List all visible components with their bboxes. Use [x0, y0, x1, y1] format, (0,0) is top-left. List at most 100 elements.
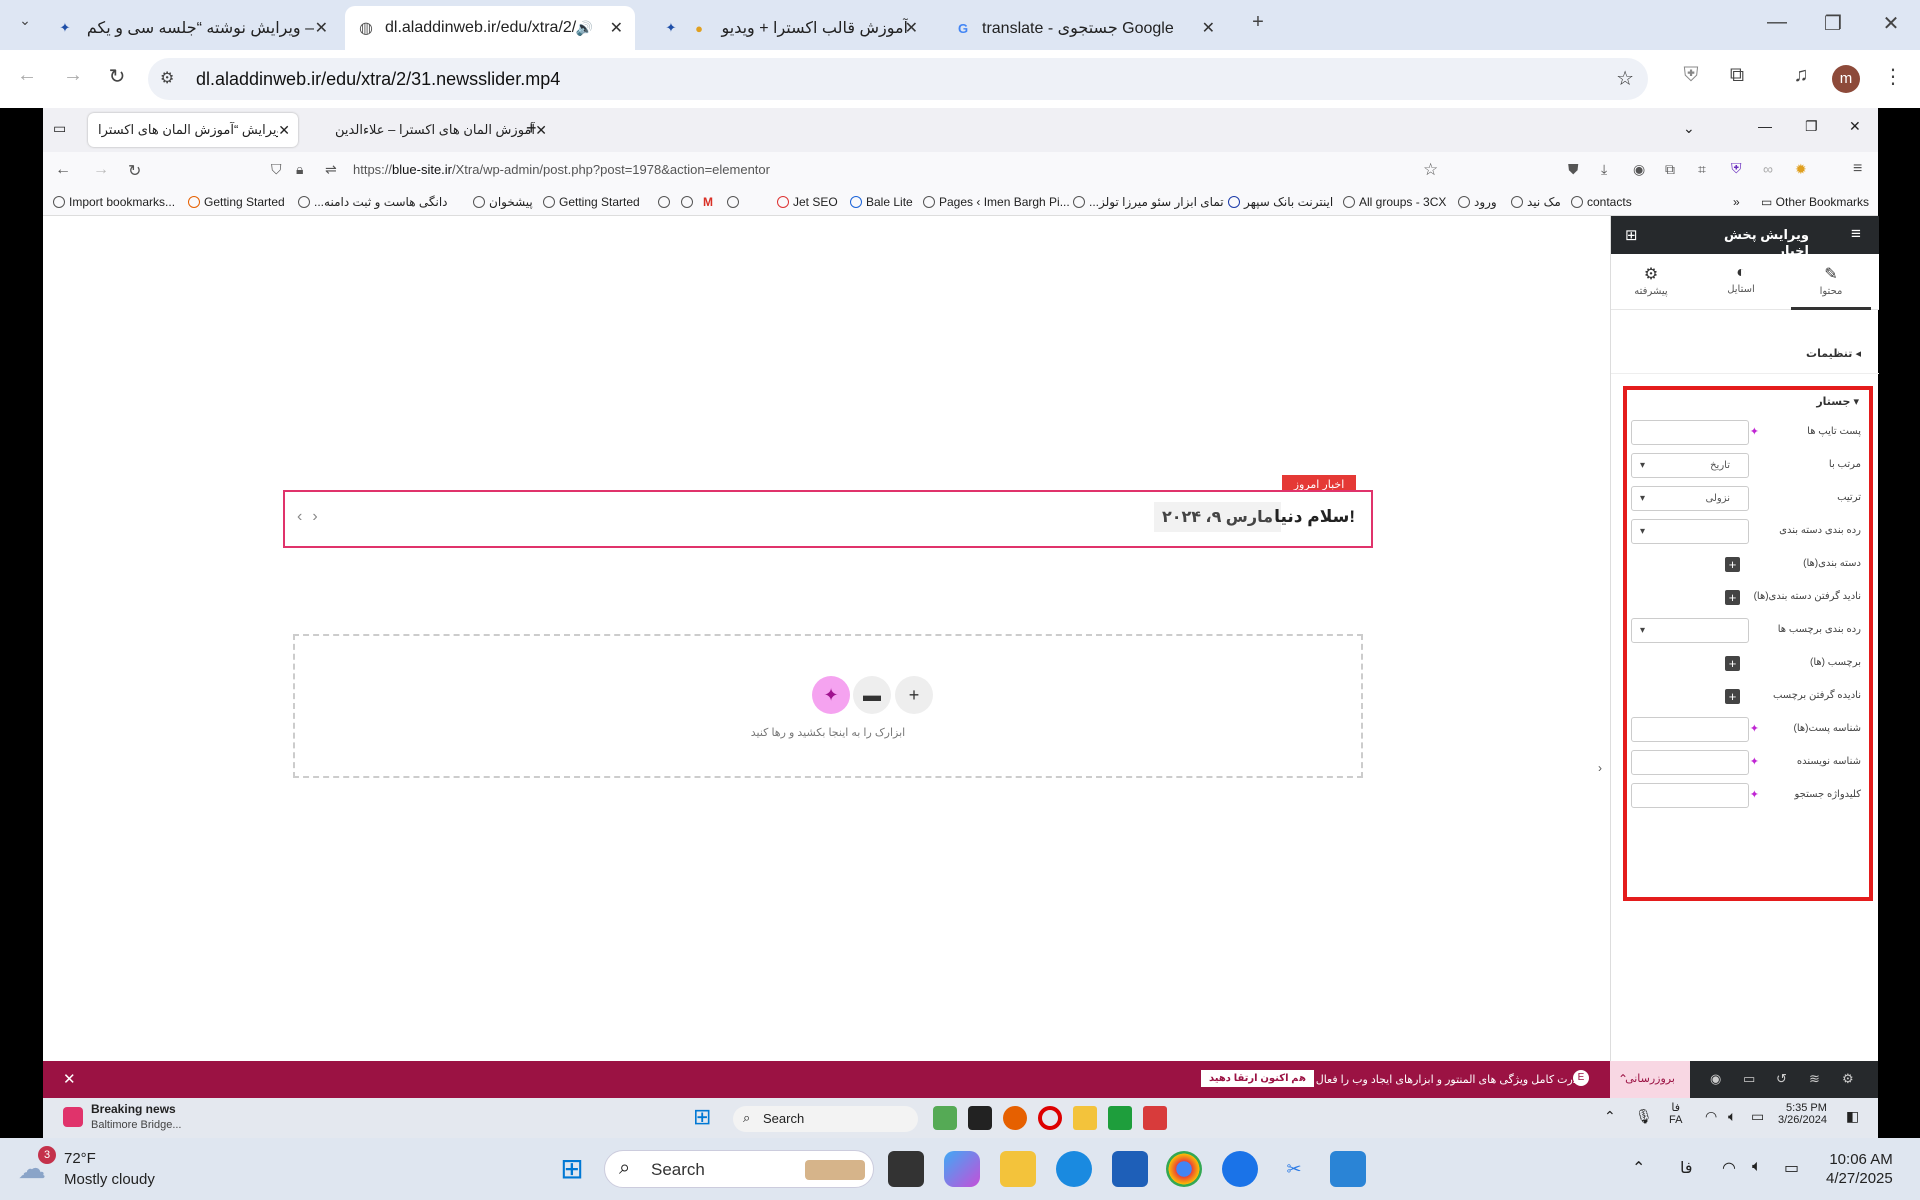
task-view-icon[interactable]: [888, 1151, 924, 1187]
bookmarks-overflow-icon[interactable]: »: [1733, 195, 1740, 209]
bookmark-item[interactable]: Getting Started: [543, 195, 640, 209]
new-tab-icon[interactable]: +: [1243, 11, 1273, 34]
sync-icon[interactable]: ∞: [1763, 161, 1773, 177]
taskbar-search[interactable]: ⌕ Search: [604, 1150, 874, 1188]
bookmark-item[interactable]: پیشخوان: [473, 195, 533, 209]
tab-list-dropdown-icon[interactable]: ⌄: [1683, 120, 1695, 137]
inner-tab-1[interactable]: ویرایش “آموزش المان های اکسترا – ✕: [88, 113, 298, 147]
navigator-layers-icon[interactable]: ≋: [1809, 1071, 1820, 1087]
query-select[interactable]: نزولی ▾: [1631, 486, 1749, 511]
new-tab-icon[interactable]: +: [526, 118, 537, 139]
forward-icon[interactable]: →: [93, 161, 109, 179]
bookmark-item[interactable]: اینترنت بانک سپهر: [1228, 195, 1333, 209]
notification-icon[interactable]: ◧: [1846, 1108, 1859, 1125]
bookmark-star-icon[interactable]: ☆: [1616, 66, 1634, 91]
copilot-icon[interactable]: [944, 1151, 980, 1187]
shield-extension-icon[interactable]: ⛨: [1676, 64, 1706, 87]
bookmark-item[interactable]: مک نید: [1511, 195, 1561, 209]
minimize-icon[interactable]: —: [1758, 118, 1772, 134]
copilot-icon[interactable]: [933, 1106, 957, 1130]
weather-temp[interactable]: 72°F: [64, 1150, 96, 1167]
firefox-icon[interactable]: [1003, 1106, 1027, 1130]
camtasia-icon[interactable]: [1108, 1106, 1132, 1130]
back-icon[interactable]: ←: [55, 161, 71, 179]
file-explorer-icon[interactable]: [1073, 1106, 1097, 1130]
menu-kebab-icon[interactable]: ⋮: [1878, 64, 1908, 89]
outer-tab-2[interactable]: ◍ dl.aladdinweb.ir/edu/xtra/2/ 🔊 ✕: [345, 6, 635, 50]
close-tab-icon[interactable]: ✕: [1202, 18, 1215, 38]
minimize-icon[interactable]: —: [1762, 11, 1792, 34]
close-tab-icon[interactable]: ✕: [905, 18, 918, 38]
bookmark-item[interactable]: contacts: [1571, 195, 1632, 209]
outer-tab-3[interactable]: ✦ ● آموزش قالب اکسترا + ویدیو ✕: [650, 6, 930, 50]
gmail-icon[interactable]: M: [703, 195, 713, 209]
news-widget-title[interactable]: Breaking news: [91, 1102, 176, 1116]
close-window-icon[interactable]: ✕: [1876, 11, 1906, 36]
wifi-icon[interactable]: ◠: [1722, 1158, 1736, 1178]
volume-icon[interactable]: 🔈︎: [1728, 1108, 1736, 1125]
reload-icon[interactable]: ↻: [102, 64, 132, 89]
close-tab-icon[interactable]: ✕: [610, 18, 623, 38]
language-indicator[interactable]: فا FA: [1669, 1101, 1682, 1126]
bookmark-globe-icon[interactable]: [681, 195, 697, 209]
query-select[interactable]: ▾: [1631, 618, 1749, 643]
empty-section-dropzone[interactable]: ✦ ▬ + ابزارک را به اینجا بکشید و رها کنی…: [293, 634, 1363, 778]
add-section-icon[interactable]: +: [895, 676, 933, 714]
add-item-icon[interactable]: +: [1725, 590, 1740, 605]
close-notice-icon[interactable]: ✕: [63, 1070, 76, 1088]
speaker-icon[interactable]: 🔊: [576, 20, 593, 37]
crop-icon[interactable]: ⌗: [1698, 161, 1706, 178]
outer-url-field[interactable]: ⚙ dl.aladdinweb.ir/edu/xtra/2/31.newssli…: [148, 58, 1648, 100]
close-tab-icon[interactable]: ✕: [315, 18, 328, 38]
add-item-icon[interactable]: +: [1725, 689, 1740, 704]
tray-overflow-icon[interactable]: ⌃: [1604, 1108, 1616, 1125]
bookmark-item[interactable]: Pages ‹ Imen Bargh Pi...: [923, 195, 1070, 209]
ticker-nav-arrows[interactable]: ‹›: [297, 508, 328, 526]
news-title[interactable]: سلام دنیا!: [1274, 507, 1355, 527]
pocket-icon[interactable]: ⛊: [1568, 161, 1579, 178]
chevron-up-icon[interactable]: ⌃: [1618, 1061, 1628, 1098]
forward-icon[interactable]: →: [58, 64, 88, 87]
battery-icon[interactable]: ▭: [1784, 1158, 1799, 1178]
bookmark-globe-icon[interactable]: [727, 195, 743, 209]
download-icon[interactable]: ⤓: [1601, 161, 1607, 178]
query-select[interactable]: ▾: [1631, 519, 1749, 544]
bookmark-item[interactable]: ...دانگی هاست و ثبت دامنه: [298, 195, 448, 209]
add-item-icon[interactable]: +: [1725, 557, 1740, 572]
microphone-icon[interactable]: 🎙︎: [1635, 1108, 1653, 1125]
media-control-icon[interactable]: ♫: [1786, 64, 1816, 87]
tab-advanced[interactable]: ⚙ پیشرفته: [1611, 264, 1691, 297]
chrome-icon[interactable]: [1166, 1151, 1202, 1187]
bookmark-item[interactable]: ...تمای ابزار سئو میرزا تولز: [1073, 195, 1224, 209]
extension-icon[interactable]: ⧉: [1665, 161, 1675, 178]
close-tab-icon[interactable]: ✕: [535, 122, 547, 139]
clock[interactable]: 10:06 AM 4/27/2025: [1826, 1150, 1893, 1188]
maximize-icon[interactable]: ❐: [1818, 11, 1848, 36]
inner-url-text[interactable]: https://blue-site.ir/Xtra/wp-admin/post.…: [353, 162, 770, 177]
dynamic-tags-icon[interactable]: ✦: [1750, 722, 1759, 735]
volume-icon[interactable]: 🔈︎: [1752, 1158, 1762, 1176]
dynamic-tags-icon[interactable]: ✦: [1750, 425, 1759, 438]
close-window-icon[interactable]: ✕: [1849, 118, 1861, 135]
video-player-icon[interactable]: [1222, 1151, 1258, 1187]
hamburger-menu-icon[interactable]: ≡: [1853, 160, 1862, 178]
language-indicator[interactable]: فا: [1680, 1158, 1693, 1178]
bookmark-item[interactable]: Bale Lite: [850, 195, 913, 209]
opera-icon[interactable]: [1038, 1106, 1062, 1130]
site-info-icon[interactable]: ⚙: [160, 68, 174, 88]
wifi-icon[interactable]: ◠: [1705, 1108, 1717, 1125]
query-section-header[interactable]: جستار ▾: [1816, 395, 1859, 408]
history-icon[interactable]: ↺: [1776, 1071, 1787, 1087]
bookmark-item[interactable]: All groups - 3CX: [1343, 195, 1446, 209]
query-input[interactable]: [1631, 717, 1749, 742]
account-icon[interactable]: ◉: [1633, 161, 1645, 178]
update-button[interactable]: ⌃ بروزرسانی: [1610, 1061, 1690, 1098]
query-input[interactable]: [1631, 420, 1749, 445]
widgets-grid-icon[interactable]: ⊞: [1625, 226, 1638, 244]
hamburger-menu-icon[interactable]: ≡: [1851, 224, 1861, 244]
maximize-icon[interactable]: ❐: [1805, 118, 1818, 135]
file-explorer-icon[interactable]: [1000, 1151, 1036, 1187]
news-ticker-widget[interactable]: ‹› مارس ۹، ۲۰۲۴ سلام دنیا!: [283, 490, 1373, 548]
query-select[interactable]: تاریخ ▾: [1631, 453, 1749, 478]
preview-eye-icon[interactable]: ◉: [1710, 1071, 1721, 1087]
